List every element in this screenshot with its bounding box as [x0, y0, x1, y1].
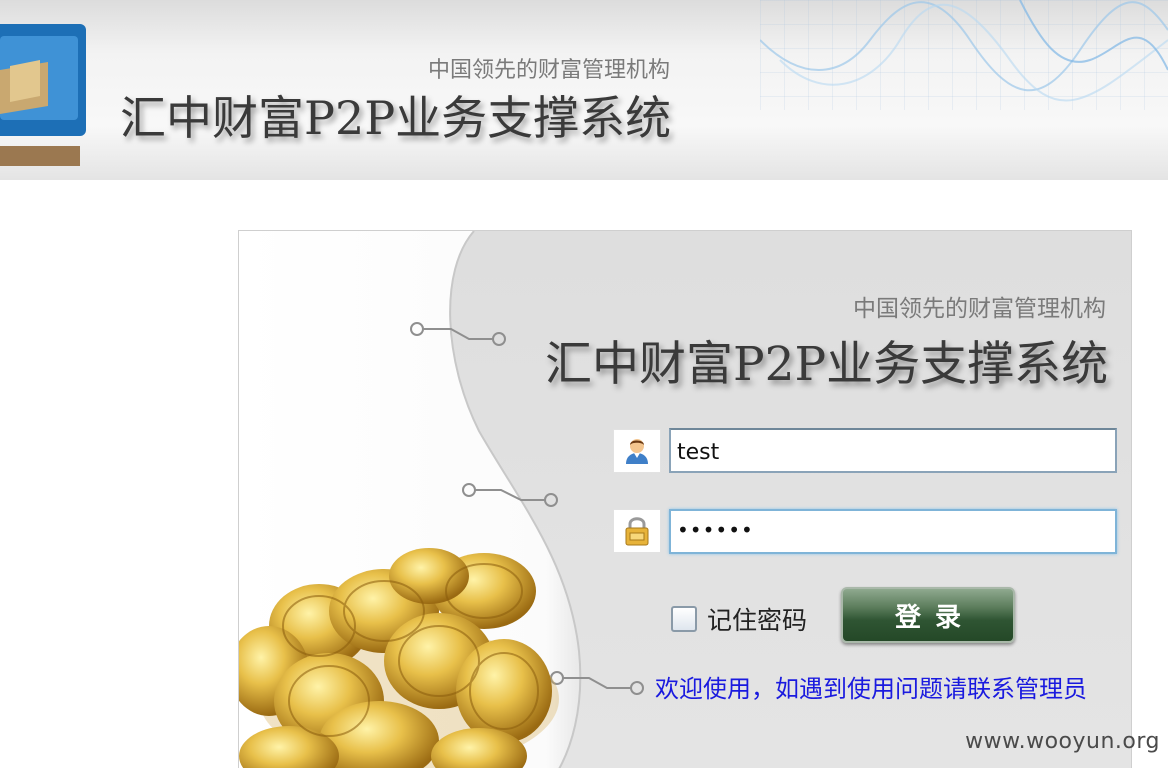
username-input[interactable]	[669, 428, 1117, 473]
password-input[interactable]: ••••••	[669, 509, 1117, 554]
lock-icon	[613, 509, 661, 553]
login-panel: 中国领先的财富管理机构 汇中财富P2P业务支撑系统 •••••• 记住密码 登录…	[238, 230, 1132, 768]
welcome-message: 欢迎使用，如遇到使用问题请联系管理员	[655, 675, 1087, 703]
login-button[interactable]: 登录	[841, 587, 1015, 643]
logo-icon	[0, 24, 86, 166]
login-subtitle: 中国领先的财富管理机构	[853, 296, 1106, 322]
header-title: 汇中财富P2P业务支撑系统	[120, 91, 672, 145]
remember-password[interactable]: 记住密码	[671, 601, 807, 637]
remember-checkbox[interactable]	[671, 606, 697, 632]
remember-label: 记住密码	[707, 606, 808, 635]
user-icon	[613, 429, 661, 473]
header-wave-decoration	[760, 0, 1168, 102]
login-title: 汇中财富P2P业务支撑系统	[545, 337, 1109, 392]
page-header: 中国领先的财富管理机构 汇中财富P2P业务支撑系统	[0, 0, 1168, 180]
header-subtitle: 中国领先的财富管理机构	[428, 58, 671, 83]
watermark: www.wooyun.org	[965, 729, 1160, 754]
